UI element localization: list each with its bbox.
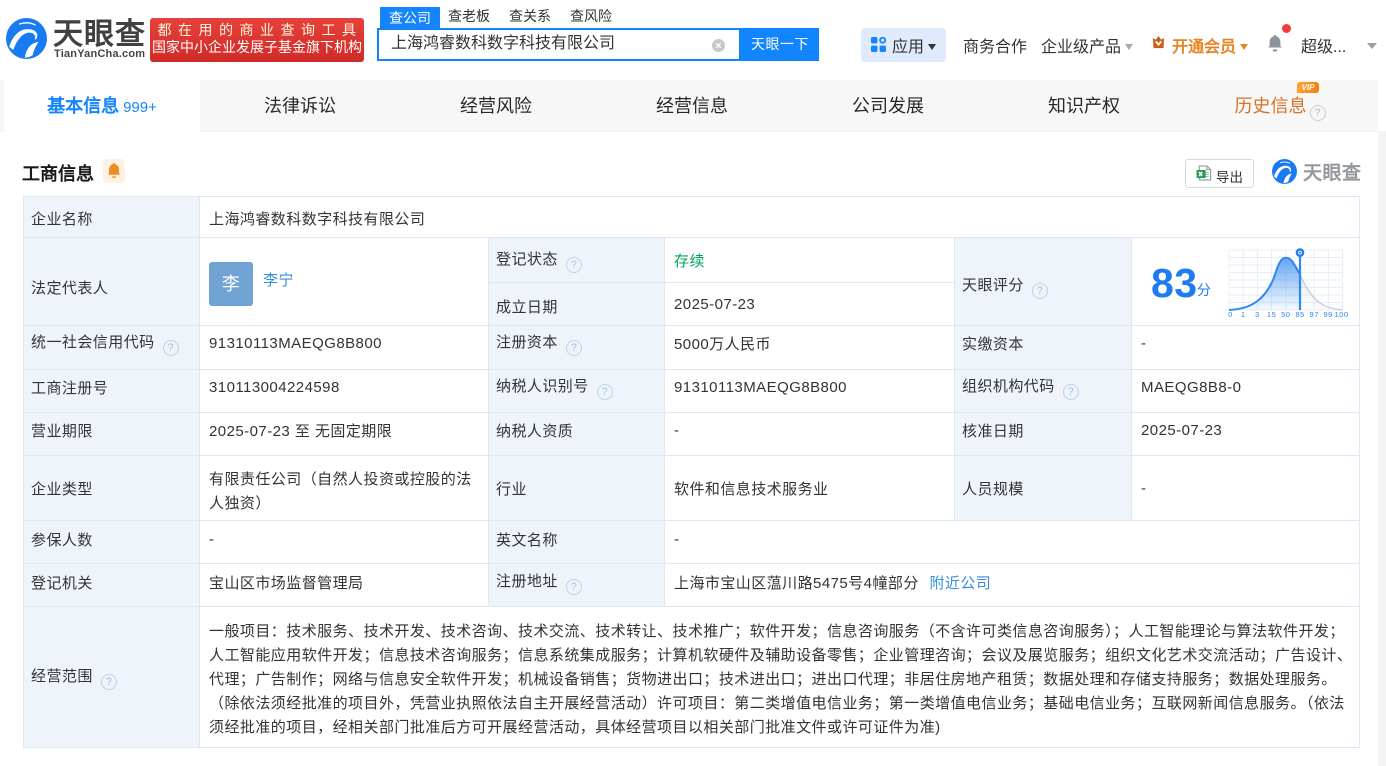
svg-text:99: 99	[1323, 310, 1332, 319]
svg-text:85: 85	[1295, 310, 1304, 319]
svg-text:3: 3	[1255, 310, 1260, 319]
svg-text:50: 50	[1281, 310, 1290, 319]
svg-text:15: 15	[1267, 310, 1276, 319]
svg-text:100: 100	[1334, 310, 1348, 319]
svg-text:97: 97	[1310, 310, 1319, 319]
svg-text:1: 1	[1241, 310, 1246, 319]
svg-text:0: 0	[1228, 310, 1233, 319]
